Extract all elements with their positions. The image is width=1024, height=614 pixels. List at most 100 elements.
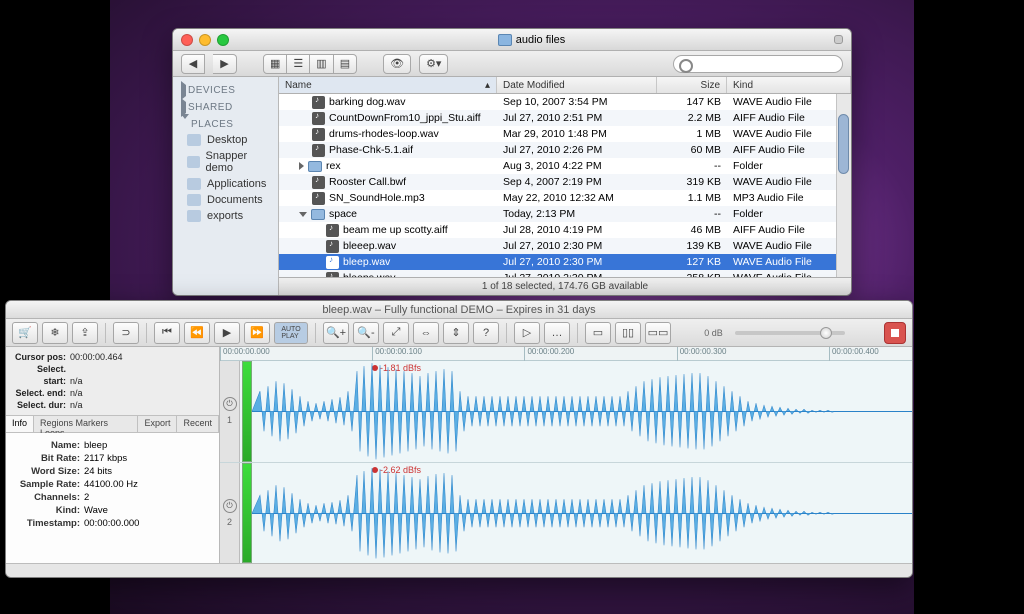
minimize-icon[interactable]	[199, 34, 211, 46]
view-column-button[interactable]: ▥	[310, 54, 333, 74]
sidebar-item-snapper[interactable]: Snapper demo	[173, 148, 278, 176]
table-row[interactable]: bleep.wavJul 27, 2010 2:30 PM127 KBWAVE …	[279, 254, 851, 270]
sidebar-item-label: exports	[207, 210, 243, 222]
ruler-tick: 00:00:00.000	[220, 347, 270, 361]
cell-size: 46 MB	[657, 224, 727, 236]
info-value: 2	[84, 492, 89, 503]
file-name: Rooster Call.bwf	[329, 176, 406, 188]
disclosure-icon[interactable]	[181, 114, 189, 130]
zoom-fit-button[interactable]: ⇔	[413, 322, 439, 344]
snowflake-icon[interactable]: ❄	[42, 322, 68, 344]
audio-file-icon	[326, 224, 339, 237]
power-icon[interactable]: ⏻	[223, 397, 237, 411]
join-button[interactable]: ▭▭	[645, 322, 671, 344]
audio-file-icon	[326, 240, 339, 253]
table-row[interactable]: beam me up scotty.aiffJul 28, 2010 4:19 …	[279, 222, 851, 238]
table-row[interactable]: drums-rhodes-loop.wavMar 29, 2010 1:48 P…	[279, 126, 851, 142]
zoom-in-button[interactable]: 🔍+	[323, 322, 349, 344]
info-key: Name:	[14, 439, 80, 452]
label: Select. end:	[12, 387, 66, 399]
view-icon-button[interactable]: ▦	[263, 54, 287, 74]
folder-icon	[187, 210, 201, 222]
sidebar-section[interactable]: DEVICES	[188, 85, 235, 96]
waveform[interactable]: -1.81 dBfs	[252, 361, 912, 462]
zoom-out-button[interactable]: 🔍-	[353, 322, 379, 344]
time-ruler[interactable]: 00:00:00.00000:00:00.10000:00:00.20000:0…	[220, 347, 912, 361]
disclosure-icon[interactable]	[299, 212, 307, 217]
cell-kind: MP3 Audio File	[727, 192, 851, 204]
table-row[interactable]: bleeps.wavJul 27, 2010 2:30 PM258 KBWAVE…	[279, 270, 851, 277]
sidebar-section[interactable]: SHARED	[188, 102, 233, 113]
action-menu-button[interactable]: ⚙▾	[419, 54, 448, 74]
export-icon[interactable]: ⇪	[72, 322, 98, 344]
sidebar-item-documents[interactable]: Documents	[173, 192, 278, 208]
close-icon[interactable]	[181, 34, 193, 46]
finder-sidebar: DEVICES SHARED PLACES Desktop Snapper de…	[173, 77, 279, 295]
clip-button[interactable]: ▭	[585, 322, 611, 344]
volume-slider[interactable]	[735, 331, 845, 335]
editor-left-panel: Cursor pos:00:00:00.464 Select. start:n/…	[6, 347, 220, 563]
cart-icon[interactable]: 🛒	[12, 322, 38, 344]
sidebar-section[interactable]: PLACES	[191, 119, 233, 130]
table-row[interactable]: bleeep.wavJul 27, 2010 2:30 PM139 KBWAVE…	[279, 238, 851, 254]
sidebar-item-desktop[interactable]: Desktop	[173, 132, 278, 148]
slider-knob[interactable]	[820, 327, 832, 339]
stop-button[interactable]	[884, 322, 906, 344]
toolbar-toggle-icon[interactable]	[834, 35, 843, 44]
rewind-button[interactable]: ⏪	[184, 322, 210, 344]
file-name: space	[329, 208, 357, 220]
play-button[interactable]: ▶	[214, 322, 240, 344]
column-kind[interactable]: Kind	[727, 77, 851, 93]
disclosure-icon[interactable]	[299, 162, 304, 170]
forward-button[interactable]: ▶	[213, 54, 237, 74]
ruler-tick: 00:00:00.400	[829, 347, 879, 361]
info-value: bleep	[84, 440, 107, 451]
back-button[interactable]: ◀	[181, 54, 205, 74]
table-row[interactable]: rexAug 3, 2010 4:22 PM--Folder	[279, 158, 851, 174]
table-row[interactable]: Rooster Call.bwfSep 4, 2007 2:19 PM319 K…	[279, 174, 851, 190]
tab-regions[interactable]: Regions Markers Loops	[34, 416, 138, 432]
level-meter	[242, 361, 252, 462]
finder-titlebar[interactable]: audio files	[173, 29, 851, 51]
table-row[interactable]: spaceToday, 2:13 PM--Folder	[279, 206, 851, 222]
zoom-sel-button[interactable]: ⤢	[383, 322, 409, 344]
ruler-tick: 00:00:00.200	[524, 347, 574, 361]
snap-icon[interactable]: ⊃	[113, 322, 139, 344]
column-size[interactable]: Size	[657, 77, 727, 93]
power-icon[interactable]: ⏻	[223, 499, 237, 513]
cell-kind: Folder	[727, 208, 851, 220]
sel-start-value: n/a	[70, 376, 83, 386]
waveform[interactable]: -2.62 dBfs	[252, 463, 912, 564]
tab-info[interactable]: Info	[6, 416, 34, 432]
region-button[interactable]: …	[544, 322, 570, 344]
split-button[interactable]: ▯▯	[615, 322, 641, 344]
search-input[interactable]	[673, 55, 843, 73]
view-list-button[interactable]: ☰	[287, 54, 310, 74]
column-date[interactable]: Date Modified	[497, 77, 657, 93]
tab-recent[interactable]: Recent	[177, 416, 219, 432]
marker-button[interactable]: ▷	[514, 322, 540, 344]
zoom-vert-button[interactable]: ⇕	[443, 322, 469, 344]
column-name[interactable]: Name▴	[279, 77, 497, 93]
table-row[interactable]: SN_SoundHole.mp3May 22, 2010 12:32 AM1.1…	[279, 190, 851, 206]
sidebar-item-exports[interactable]: exports	[173, 208, 278, 224]
skip-start-button[interactable]: ⏮	[154, 322, 180, 344]
table-row[interactable]: CountDownFrom10_jppi_Stu.aiffJul 27, 201…	[279, 110, 851, 126]
view-coverflow-button[interactable]: ▤	[334, 54, 357, 74]
help-button[interactable]: ?	[473, 322, 499, 344]
tab-export[interactable]: Export	[138, 416, 177, 432]
info-tabs: Info Regions Markers Loops Export Recent	[6, 415, 219, 433]
info-key: Bit Rate:	[14, 452, 80, 465]
scrollbar-thumb[interactable]	[838, 114, 849, 174]
sidebar-item-applications[interactable]: Applications	[173, 176, 278, 192]
zoom-icon[interactable]	[217, 34, 229, 46]
editor-statusbar	[6, 563, 912, 577]
quicklook-button[interactable]: 👁	[383, 54, 411, 74]
folder-icon	[498, 34, 512, 46]
cell-kind: Folder	[727, 160, 851, 172]
table-row[interactable]: Phase-Chk-5.1.aifJul 27, 2010 2:26 PM60 …	[279, 142, 851, 158]
auto-play-button[interactable]: AUTOPLAY	[274, 322, 308, 344]
table-row[interactable]: barking dog.wavSep 10, 2007 3:54 PM147 K…	[279, 94, 851, 110]
scrollbar[interactable]	[836, 94, 851, 277]
fast-forward-button[interactable]: ⏩	[244, 322, 270, 344]
